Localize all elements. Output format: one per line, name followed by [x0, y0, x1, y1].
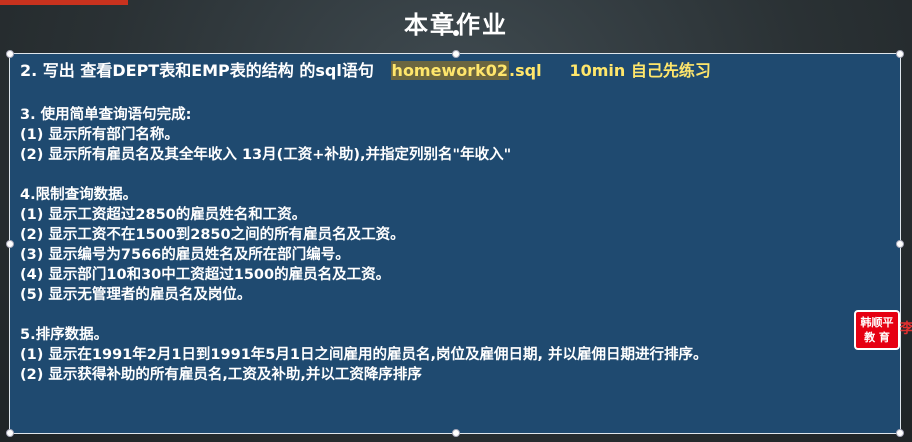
badge-edge-text: 李: [900, 321, 912, 337]
list-item: (4) 显示部门10和30中工资超过1500的雇员名及工资。: [20, 267, 391, 283]
list-item: (1) 显示工资超过2850的雇员姓名和工资。: [20, 207, 307, 223]
resize-handle-bottom-middle[interactable]: [452, 429, 460, 437]
rotation-handle[interactable]: [453, 30, 459, 36]
task-prefix: 2. 写出 查看DEPT表和EMP表的结构 的sql语句: [20, 61, 374, 80]
resize-handle-middle-right[interactable]: [896, 240, 904, 248]
resize-handle-top-right[interactable]: [896, 50, 904, 58]
section-heading: 4.限制查询数据。: [20, 187, 138, 203]
list-item: (1) 显示所有部门名称。: [20, 127, 179, 143]
list-item: (2) 显示工资不在1500到2850之间的所有雇员名及工资。: [20, 227, 405, 243]
list-item: (1) 显示在1991年2月1日到1991年5月1日之间雇用的雇员名,岗位及雇佣…: [20, 347, 708, 363]
resize-handle-top-middle[interactable]: [452, 50, 460, 58]
resize-handle-bottom-right[interactable]: [896, 429, 904, 437]
badge-line2: 教 育: [864, 331, 890, 344]
time-note: 10min 自己先练习: [569, 61, 711, 80]
homework-task-line: 2. 写出 查看DEPT表和EMP表的结构 的sql语句 homework02.…: [20, 59, 890, 85]
filename-extension: .sql: [509, 61, 542, 80]
resize-handle-bottom-left[interactable]: [6, 429, 14, 437]
badge-line1: 韩顺平: [860, 316, 894, 329]
section-heading: 5.排序数据。: [20, 327, 109, 343]
text-box[interactable]: 2. 写出 查看DEPT表和EMP表的结构 的sql语句 homework02.…: [6, 50, 904, 437]
homework-text: 2. 写出 查看DEPT表和EMP表的结构 的sql语句 homework02.…: [20, 59, 890, 385]
list-item: (3) 显示编号为7566的雇员姓名及所在部门编号。: [20, 247, 350, 263]
resize-handle-middle-left[interactable]: [6, 240, 14, 248]
list-item: (2) 显示所有雇员名及其全年收入 13月(工资+补助),并指定列别名"年收入": [20, 147, 512, 163]
list-item: (2) 显示获得补助的所有雇员名,工资及补助,并以工资降序排序: [20, 367, 422, 383]
list-item: (5) 显示无管理者的雇员名及岗位。: [20, 287, 252, 303]
filename-highlight: homework02: [390, 61, 510, 80]
resize-handle-top-left[interactable]: [6, 50, 14, 58]
section-heading: 3. 使用简单查询语句完成:: [20, 107, 192, 123]
brand-logo-badge: 韩顺平 教 育: [854, 310, 900, 350]
